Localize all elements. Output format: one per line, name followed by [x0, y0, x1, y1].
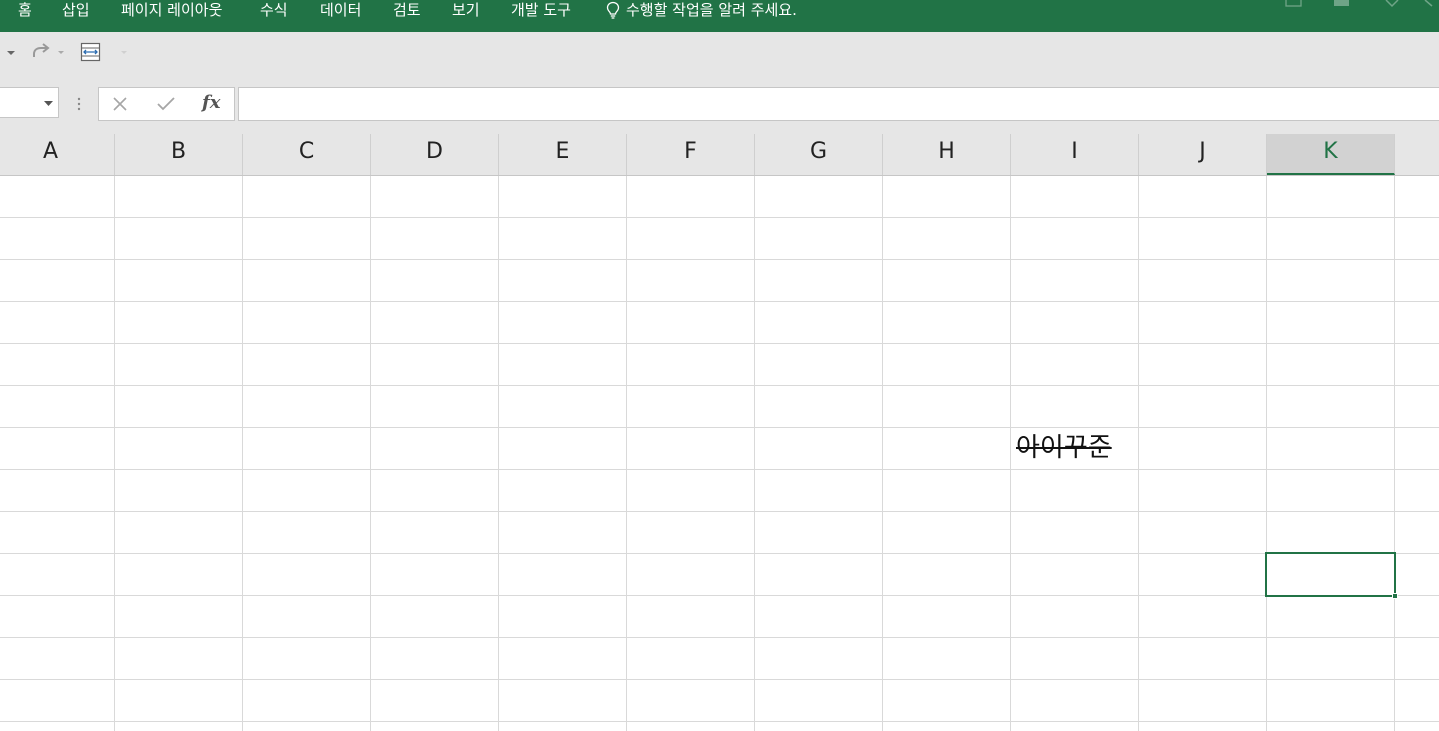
formula-input[interactable]: [238, 87, 1439, 121]
gridline: [0, 385, 1439, 386]
lightbulb-icon: [606, 1, 620, 19]
worksheet-grid[interactable]: 아이꾸준: [0, 176, 1439, 731]
close-window-icon[interactable]: [1424, 0, 1439, 8]
column-header-f[interactable]: F: [627, 134, 755, 175]
cell-i8-value[interactable]: 아이꾸준: [1016, 428, 1112, 468]
name-box[interactable]: [0, 87, 59, 118]
quick-access-toolbar: [0, 32, 1439, 78]
ribbon-display-icon[interactable]: [1285, 0, 1303, 8]
gridline: [0, 595, 1439, 596]
gridline: [0, 637, 1439, 638]
tab-formulas[interactable]: 수식: [260, 0, 288, 20]
splitter-handle-icon[interactable]: [77, 97, 81, 111]
tab-developer[interactable]: 개발 도구: [511, 0, 571, 20]
tab-view[interactable]: 보기: [452, 0, 480, 20]
fill-handle[interactable]: [1392, 593, 1398, 599]
gridline: [0, 259, 1439, 260]
formula-buttons: fx: [98, 87, 235, 121]
ribbon-tab-bar: 홈 삽입 페이지 레이아웃 수식 데이터 검토 보기 개발 도구 수행할 작업을…: [0, 0, 1439, 32]
gridline: [0, 427, 1439, 428]
tab-data[interactable]: 데이터: [320, 0, 361, 20]
gridline: [0, 721, 1439, 722]
tab-page-layout[interactable]: 페이지 레이아웃: [121, 0, 222, 20]
check-icon[interactable]: [156, 96, 176, 112]
chevron-down-icon[interactable]: [1385, 0, 1399, 8]
fit-width-icon[interactable]: [80, 42, 102, 62]
redo-icon[interactable]: [30, 42, 52, 62]
column-headers: A B C D E F G H I J K: [0, 134, 1439, 176]
redo-dropdown-icon[interactable]: [57, 50, 65, 55]
column-header-k[interactable]: K: [1267, 134, 1395, 175]
close-icon[interactable]: [112, 96, 128, 112]
column-header-next[interactable]: [1395, 134, 1439, 175]
column-header-j[interactable]: J: [1139, 134, 1267, 175]
formula-bar: fx: [0, 78, 1439, 134]
gridline: [0, 469, 1439, 470]
gridline: [0, 343, 1439, 344]
column-header-b[interactable]: B: [115, 134, 243, 175]
fx-icon[interactable]: fx: [202, 92, 220, 113]
minimize-ribbon-icon[interactable]: [1333, 0, 1351, 8]
gridline: [0, 511, 1439, 512]
tab-review[interactable]: 검토: [393, 0, 421, 20]
active-cell-selection[interactable]: [1265, 552, 1396, 597]
undo-dropdown-icon[interactable]: [6, 50, 16, 56]
column-header-e[interactable]: E: [499, 134, 627, 175]
column-header-i[interactable]: I: [1011, 134, 1139, 175]
name-box-dropdown-icon[interactable]: [44, 101, 53, 106]
tab-insert[interactable]: 삽입: [62, 0, 90, 20]
column-header-d[interactable]: D: [371, 134, 499, 175]
gridline: [0, 553, 1439, 554]
tell-me-text: 수행할 작업을 알려 주세요.: [626, 1, 797, 19]
column-header-c[interactable]: C: [243, 134, 371, 175]
tab-home[interactable]: 홈: [18, 0, 32, 20]
customize-dropdown-icon[interactable]: [120, 50, 128, 55]
gridline: [0, 679, 1439, 680]
gridline: [0, 301, 1439, 302]
column-header-a[interactable]: A: [0, 134, 115, 175]
column-header-g[interactable]: G: [755, 134, 883, 175]
gridline: [0, 217, 1439, 218]
column-header-h[interactable]: H: [883, 134, 1011, 175]
